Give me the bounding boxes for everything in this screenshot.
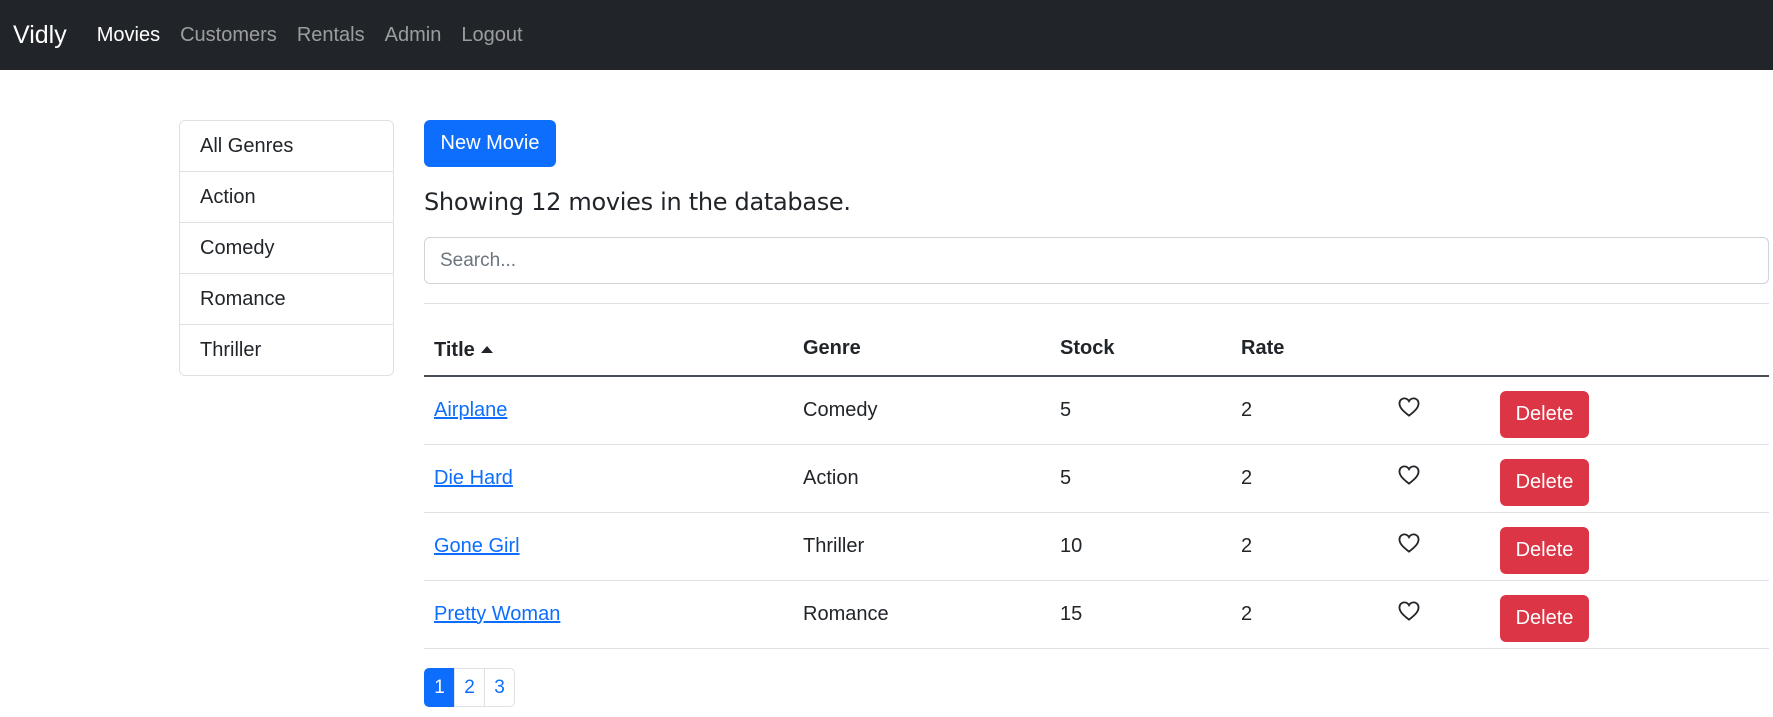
column-header-title-label: Title — [434, 338, 475, 361]
caret-up-icon — [480, 336, 493, 359]
movie-stock: 10 — [1050, 512, 1231, 581]
movie-stock: 5 — [1050, 376, 1231, 445]
divider — [424, 303, 1769, 304]
pagination: 1 2 3 — [424, 668, 515, 707]
movie-genre: Romance — [793, 580, 1050, 649]
new-movie-button[interactable]: New Movie — [424, 120, 556, 167]
genre-item-comedy[interactable]: Comedy — [180, 223, 393, 274]
page-1-button[interactable]: 1 — [424, 668, 455, 707]
movie-stock: 15 — [1050, 580, 1231, 649]
genre-item-thriller[interactable]: Thriller — [180, 325, 393, 375]
delete-button[interactable]: Delete — [1500, 594, 1589, 642]
movie-rate: 2 — [1231, 580, 1388, 649]
movie-stock: 5 — [1050, 444, 1231, 513]
movie-rate: 2 — [1231, 512, 1388, 581]
table-row: Gone Girl Thriller 10 2 Delete — [424, 512, 1769, 581]
heart-outline-icon[interactable] — [1398, 601, 1420, 627]
heart-outline-icon[interactable] — [1398, 465, 1420, 491]
table-header-row: Title Genre Stock Rate — [424, 322, 1769, 377]
movie-genre: Action — [793, 444, 1050, 513]
movie-title-link[interactable]: Gone Girl — [434, 535, 520, 557]
page-3-button[interactable]: 3 — [484, 668, 515, 707]
table-row: Die Hard Action 5 2 Delete — [424, 444, 1769, 513]
movie-rate: 2 — [1231, 444, 1388, 513]
column-header-title[interactable]: Title — [424, 322, 793, 377]
column-header-rate[interactable]: Rate — [1231, 322, 1388, 377]
heart-outline-icon[interactable] — [1398, 533, 1420, 559]
genre-list: All Genres Action Comedy Romance Thrille… — [179, 120, 394, 376]
nav-link-movies[interactable]: Movies — [97, 24, 160, 47]
column-header-stock[interactable]: Stock — [1050, 322, 1231, 377]
brand-logo[interactable]: Vidly — [13, 21, 67, 50]
nav-link-rentals[interactable]: Rentals — [297, 24, 365, 47]
movie-title-link[interactable]: Airplane — [434, 399, 507, 421]
search-input[interactable] — [424, 237, 1769, 284]
movies-table: Title Genre Stock Rate Airplane Comedy 5… — [424, 322, 1769, 649]
movie-rate: 2 — [1231, 376, 1388, 445]
page-2-button[interactable]: 2 — [454, 668, 485, 707]
delete-button[interactable]: Delete — [1500, 526, 1589, 574]
genre-item-action[interactable]: Action — [180, 172, 393, 223]
column-header-like — [1388, 322, 1490, 377]
nav-link-customers[interactable]: Customers — [180, 24, 277, 47]
nav-link-admin[interactable]: Admin — [385, 24, 442, 47]
table-row: Pretty Woman Romance 15 2 Delete — [424, 580, 1769, 649]
delete-button[interactable]: Delete — [1500, 390, 1589, 438]
movie-count-text: Showing 12 movies in the database. — [424, 188, 851, 216]
delete-button[interactable]: Delete — [1500, 458, 1589, 506]
column-header-genre[interactable]: Genre — [793, 322, 1050, 377]
table-row: Airplane Comedy 5 2 Delete — [424, 376, 1769, 445]
navbar: Vidly Movies Customers Rentals Admin Log… — [0, 0, 1773, 70]
nav-link-logout[interactable]: Logout — [461, 24, 522, 47]
column-header-actions — [1490, 322, 1769, 377]
genre-item-all[interactable]: All Genres — [180, 121, 393, 172]
movie-title-link[interactable]: Die Hard — [434, 467, 513, 489]
movie-title-link[interactable]: Pretty Woman — [434, 603, 560, 625]
genre-item-romance[interactable]: Romance — [180, 274, 393, 325]
movie-genre: Comedy — [793, 376, 1050, 445]
heart-outline-icon[interactable] — [1398, 397, 1420, 423]
movie-genre: Thriller — [793, 512, 1050, 581]
